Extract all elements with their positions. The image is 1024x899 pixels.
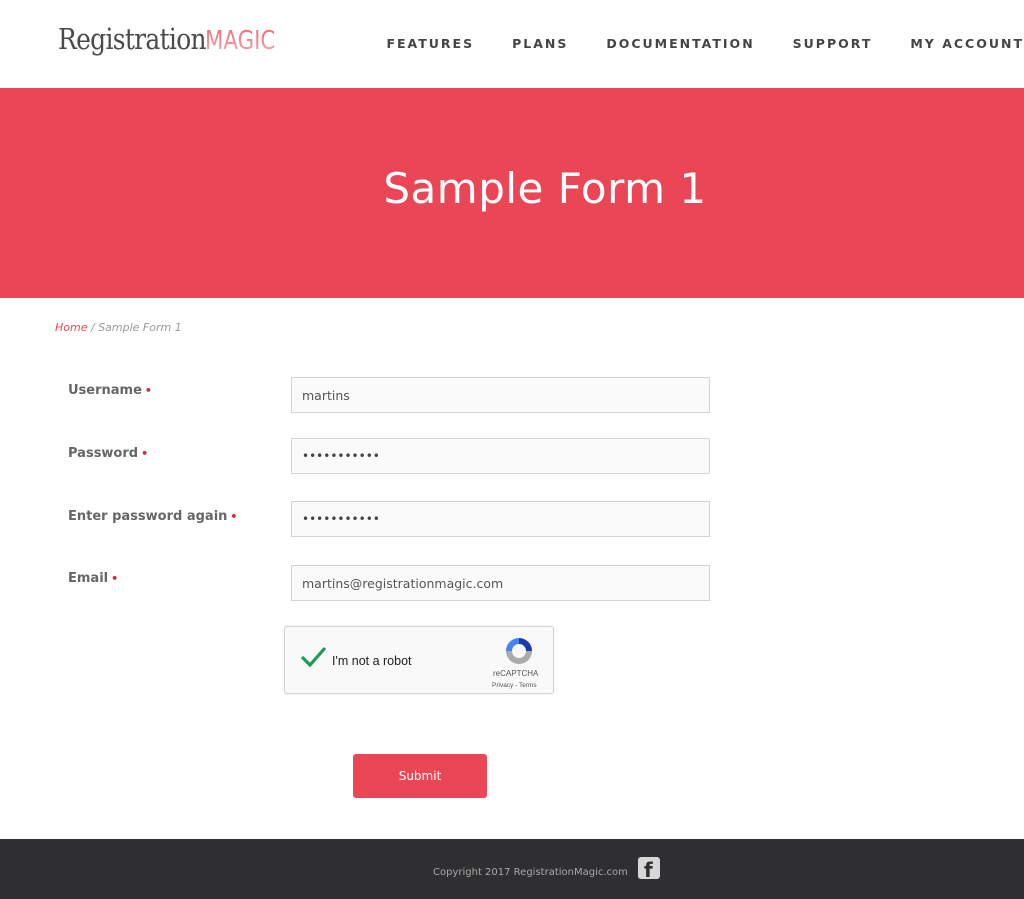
required-marker: • — [230, 510, 238, 523]
main-nav: FEATURES PLANS DOCUMENTATION SUPPORT MY … — [386, 36, 1024, 51]
confirm-password-label-text: Enter password again — [68, 509, 228, 524]
username-label-text: Username — [68, 383, 142, 398]
recaptcha-brand: reCAPTCHA — [493, 669, 539, 678]
required-marker: • — [144, 384, 152, 397]
logo-accent-text: MAGIC — [205, 26, 276, 56]
breadcrumb-separator: / — [87, 321, 99, 334]
breadcrumb-home[interactable]: Home — [55, 321, 87, 334]
submit-button[interactable]: Submit — [353, 754, 487, 798]
breadcrumb-current: Sample Form 1 — [98, 321, 182, 334]
nav-plans[interactable]: PLANS — [512, 36, 568, 51]
site-header: Registration MAGIC FEATURES PLANS DOCUME… — [0, 0, 1024, 88]
recaptcha-privacy-terms[interactable]: Privacy - Terms — [492, 682, 537, 689]
username-label: Username • — [68, 383, 152, 398]
email-input[interactable]: martins@registrationmagic.com — [291, 565, 710, 601]
password-label-text: Password — [68, 446, 139, 461]
email-label-text: Email — [68, 571, 109, 586]
facebook-icon[interactable]: f — [638, 857, 660, 879]
breadcrumb: Home / Sample Form 1 — [55, 321, 182, 334]
username-input[interactable]: martins — [291, 377, 710, 413]
page-title: Sample Form 1 — [383, 164, 707, 213]
password-input[interactable]: ••••••••••• — [291, 438, 710, 474]
site-logo[interactable]: Registration MAGIC — [58, 22, 275, 62]
site-footer: Copyright 2017 RegistrationMagic.com f — [0, 839, 1024, 899]
copyright-text: Copyright 2017 RegistrationMagic.com — [433, 867, 628, 878]
recaptcha-logo-icon — [506, 638, 532, 664]
checkmark-icon[interactable] — [299, 643, 327, 671]
nav-features[interactable]: FEATURES — [386, 36, 474, 51]
nav-my-account[interactable]: MY ACCOUNT — [910, 36, 1024, 51]
password-label: Password • — [68, 446, 148, 461]
recaptcha-widget: I'm not a robot reCAPTCHA Privacy - Term… — [284, 626, 554, 694]
confirm-password-label: Enter password again • — [68, 509, 237, 524]
nav-support[interactable]: SUPPORT — [793, 36, 873, 51]
logo-text: Registration — [58, 22, 207, 56]
nav-documentation[interactable]: DOCUMENTATION — [606, 36, 754, 51]
email-label: Email • — [68, 571, 118, 586]
required-marker: • — [141, 447, 149, 460]
confirm-password-input[interactable]: ••••••••••• — [291, 501, 710, 537]
recaptcha-label: I'm not a robot — [332, 654, 412, 668]
required-marker: • — [111, 572, 119, 585]
